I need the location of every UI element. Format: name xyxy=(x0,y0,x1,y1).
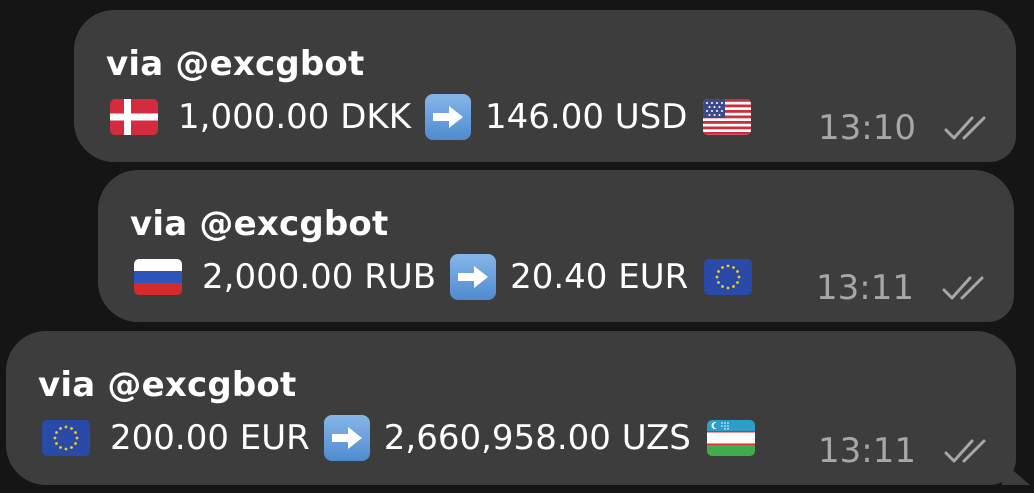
eu-flag-icon xyxy=(42,420,90,456)
via-bot-label[interactable]: via @excgbot xyxy=(38,365,296,405)
read-double-check-icon xyxy=(944,439,986,463)
right-arrow-icon xyxy=(450,254,497,300)
uzbekistan-flag-icon xyxy=(706,420,755,456)
message-bubble[interactable]: via @excgbot 2,000.00 RUB 20.40 EUR 13:1… xyxy=(98,170,1014,322)
from-amount: 2,000.00 RUB xyxy=(202,257,437,297)
message-time: 13:10 xyxy=(818,108,916,148)
message-time: 13:11 xyxy=(818,431,916,471)
via-bot-label[interactable]: via @excgbot xyxy=(106,44,364,84)
right-arrow-icon xyxy=(323,415,370,461)
to-amount: 2,660,958.00 UZS xyxy=(383,418,691,458)
message-bubble[interactable]: via @excgbot 1,000.00 DKK 146.00 USD 13:… xyxy=(74,10,1016,162)
message-bubble[interactable]: via @excgbot 200.00 EUR 2,660,958.00 UZS… xyxy=(6,331,1016,485)
usa-flag-icon xyxy=(703,99,752,135)
denmark-flag-icon xyxy=(110,99,158,135)
read-double-check-icon xyxy=(944,116,986,140)
conversion-line: 200.00 EUR 2,660,958.00 UZS xyxy=(42,415,755,461)
from-amount: 200.00 EUR xyxy=(110,418,310,458)
eu-flag-icon xyxy=(704,259,753,295)
conversion-line: 1,000.00 DKK 146.00 USD xyxy=(110,94,752,140)
via-bot-label[interactable]: via @excgbot xyxy=(130,204,388,244)
conversion-line: 2,000.00 RUB 20.40 EUR xyxy=(134,254,753,300)
message-time: 13:11 xyxy=(816,268,914,308)
russia-flag-icon xyxy=(134,259,182,295)
read-double-check-icon xyxy=(942,276,984,300)
to-amount: 146.00 USD xyxy=(485,97,688,137)
from-amount: 1,000.00 DKK xyxy=(178,97,411,137)
right-arrow-icon xyxy=(425,94,471,140)
to-amount: 20.40 EUR xyxy=(510,257,689,297)
chat-history: via @excgbot 1,000.00 DKK 146.00 USD 13:… xyxy=(0,0,1034,493)
